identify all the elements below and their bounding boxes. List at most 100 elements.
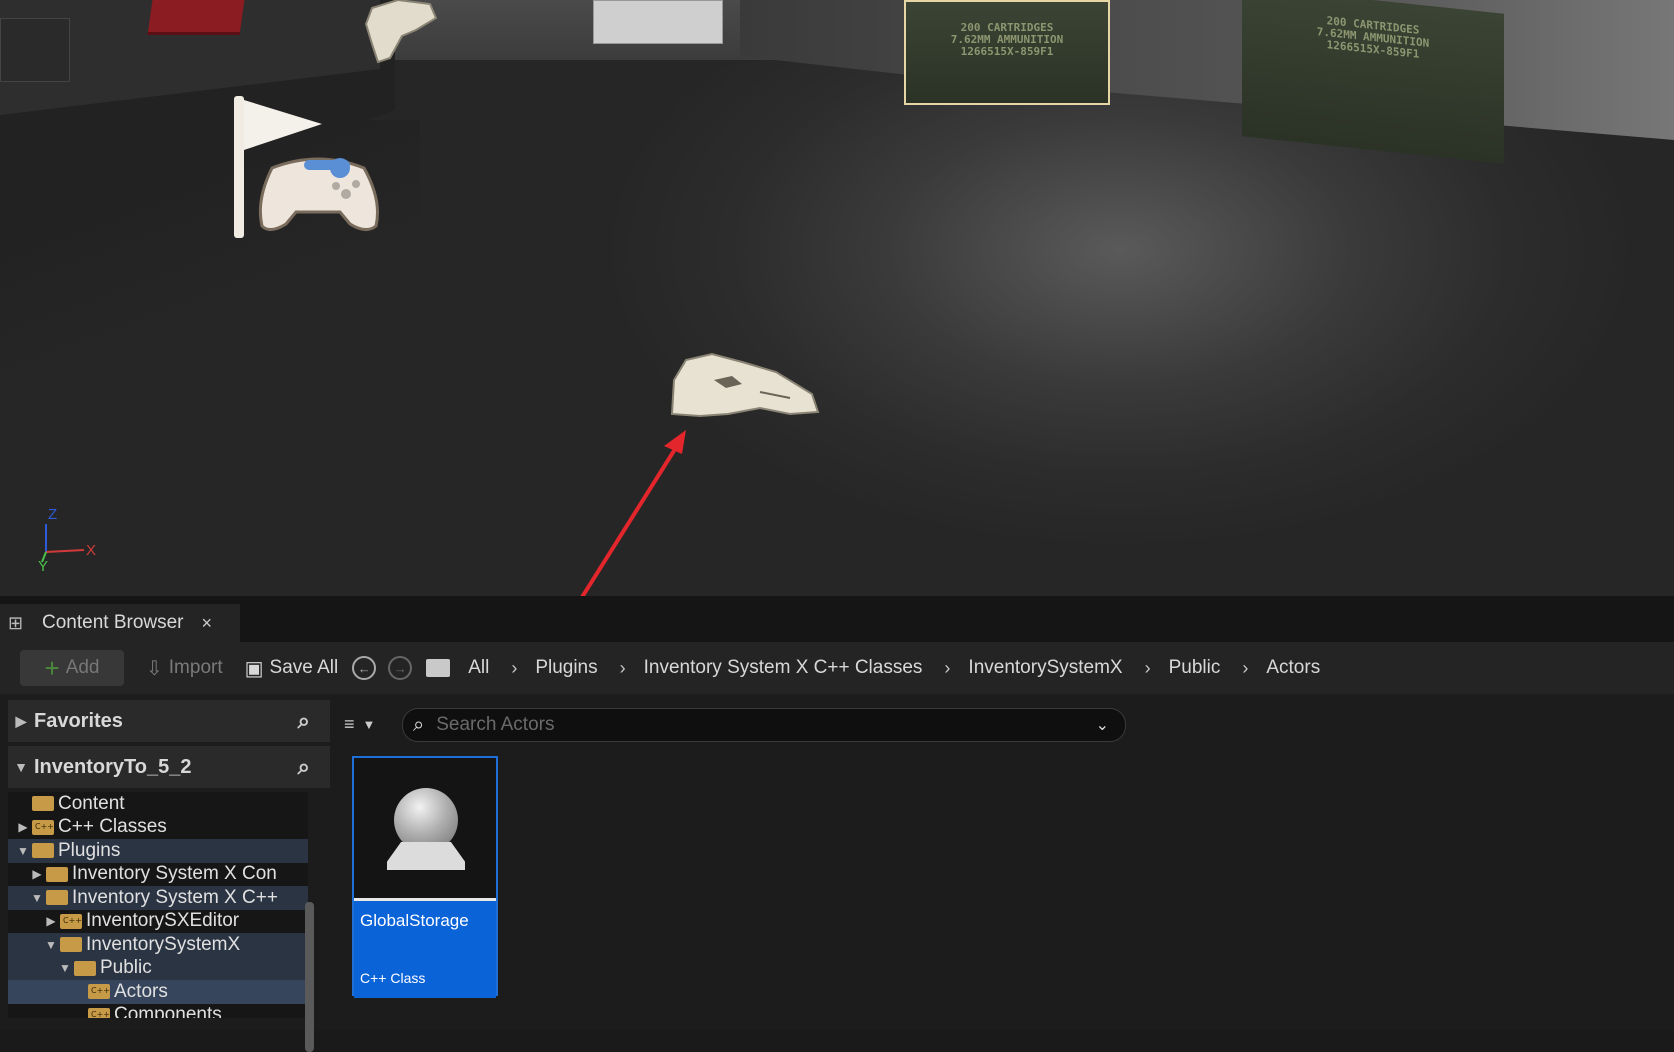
tree-item[interactable]: ▶ Inventory System X Con: [8, 863, 308, 887]
folder-icon: [60, 913, 82, 929]
tree-item-label: InventorySystemX: [86, 933, 241, 955]
sources-panel: ▶ Favorites ⌕ ▼ InventoryTo_5_2 ⌕ Conten…: [8, 700, 330, 1052]
folder-icon: [32, 819, 54, 835]
collapse-arrow-icon[interactable]: ▼: [8, 759, 34, 775]
tab-bar: ⊞ Content Browser ×: [0, 596, 1674, 642]
close-icon[interactable]: ×: [202, 613, 213, 634]
folder-icon: [88, 984, 110, 1000]
plus-icon: +: [44, 653, 60, 683]
back-arrow-icon[interactable]: ←: [352, 656, 377, 680]
collapse-arrow-icon[interactable]: ▼: [30, 891, 44, 905]
level-viewport[interactable]: 200 CARTRIDGES 7.62MM AMMUNITION 1266515…: [0, 0, 1674, 596]
save-all-label: Save All: [269, 657, 339, 678]
favorites-label: Favorites: [34, 709, 123, 732]
tree-item-label: Actors: [114, 980, 168, 1002]
folder-icon: [46, 890, 68, 906]
content-browser-toolbar: + Add ⇩ Import ▣ Save All ← → All › Plug…: [0, 642, 1674, 694]
player-start-icon[interactable]: [234, 96, 379, 238]
expand-arrow-icon[interactable]: ▶: [8, 713, 34, 730]
tree-item-label: C++ Classes: [58, 816, 167, 838]
project-label: InventoryTo_5_2: [34, 755, 192, 778]
asset-view: ≡ ▼ ⌕ ⌄ GlobalStorage C++ Class: [336, 700, 1674, 1030]
project-section[interactable]: ▼ InventoryTo_5_2 ⌕: [8, 746, 330, 788]
gizmo-z-label: Z: [48, 506, 58, 523]
content-browser-icon: ⊞: [8, 612, 24, 633]
chevron-right-icon[interactable]: ›: [1145, 658, 1151, 679]
breadcrumb-public[interactable]: Public: [1169, 657, 1221, 679]
tree-item[interactable]: ▼ InventorySystemX: [8, 933, 308, 957]
tree-item[interactable]: ▶ C++ Classes: [8, 816, 308, 840]
rock-mesh-top[interactable]: [364, 0, 438, 64]
breadcrumb-inventorysystemx[interactable]: InventorySystemX: [968, 657, 1122, 679]
gizmo-x-label: X: [86, 542, 97, 559]
tree-item[interactable]: ▼ Public: [8, 956, 308, 980]
tree-item-label: Public: [100, 957, 152, 979]
tree-item[interactable]: ▶ InventorySXEditor: [8, 910, 308, 934]
chevron-right-icon[interactable]: ›: [944, 658, 950, 679]
import-icon: ⇩: [146, 657, 163, 680]
breadcrumb-all[interactable]: All: [468, 657, 489, 679]
expand-arrow-icon[interactable]: ▶: [16, 820, 30, 834]
collapse-arrow-icon[interactable]: ▼: [58, 961, 72, 975]
asset-thumbnail: [354, 758, 496, 901]
folder-icon: [74, 960, 96, 976]
folder-icon[interactable]: [426, 659, 451, 677]
drag-arrow: [580, 430, 686, 596]
tree-item[interactable]: Components: [8, 1004, 308, 1018]
folder-icon: [32, 796, 54, 812]
folder-icon: [32, 843, 54, 859]
filter-icon: ≡: [344, 713, 355, 734]
tree-item-label: Content: [58, 792, 125, 814]
save-all-button[interactable]: ▣ Save All: [245, 656, 339, 681]
asset-name: GlobalStorage: [360, 911, 469, 930]
search-icon[interactable]: ⌕: [298, 754, 310, 780]
tab-title: Content Browser: [42, 612, 184, 633]
chevron-right-icon[interactable]: ›: [1242, 658, 1248, 679]
viewport-overlay: [234, 0, 820, 596]
tree-item-label: InventorySXEditor: [86, 910, 240, 932]
gizmo-y-label: Y: [38, 558, 49, 575]
actor-base-icon: [387, 842, 465, 870]
tree-item[interactable]: Content: [8, 792, 308, 816]
import-button[interactable]: ⇩ Import: [146, 656, 223, 681]
folder-icon: [88, 1007, 110, 1018]
rock-mesh-dropped[interactable]: [670, 352, 820, 418]
forward-arrow-icon[interactable]: →: [388, 656, 413, 680]
breadcrumb-inventory-cpp[interactable]: Inventory System X C++ Classes: [644, 657, 923, 679]
chevron-down-icon: ▼: [362, 716, 376, 732]
search-icon: ⌕: [413, 713, 425, 736]
import-label: Import: [168, 657, 223, 678]
chevron-down-icon[interactable]: ⌄: [1096, 715, 1109, 735]
add-button[interactable]: + Add: [20, 650, 124, 686]
axis-gizmo: Z X Y: [32, 506, 112, 580]
add-label: Add: [65, 657, 100, 678]
search-bar[interactable]: ⌕ ⌄: [402, 708, 1126, 742]
expand-arrow-icon[interactable]: ▶: [30, 867, 44, 881]
chevron-right-icon[interactable]: ›: [620, 658, 626, 679]
asset-type: C++ Class: [360, 970, 426, 986]
tree-item-label: Plugins: [58, 839, 121, 861]
tree-item[interactable]: ▼ Plugins: [8, 839, 308, 863]
save-icon: ▣: [244, 657, 264, 680]
chevron-right-icon[interactable]: ›: [511, 658, 517, 679]
breadcrumb-plugins[interactable]: Plugins: [535, 657, 597, 679]
collapse-arrow-icon[interactable]: ▼: [44, 938, 58, 952]
tree-item[interactable]: Actors: [8, 980, 308, 1004]
filter-button[interactable]: ≡ ▼: [344, 708, 396, 740]
search-input[interactable]: [434, 713, 1059, 737]
expand-arrow-icon[interactable]: ▶: [44, 914, 58, 928]
tree-item[interactable]: ▼ Inventory System X C++: [8, 886, 308, 910]
collapse-arrow-icon[interactable]: ▼: [16, 844, 30, 858]
folder-icon: [60, 937, 82, 953]
folder-tree[interactable]: Content ▶ C++ Classes ▼ Plugins ▶ Inventory Sy…: [8, 792, 308, 1018]
search-icon[interactable]: ⌕: [298, 708, 310, 734]
favorites-section[interactable]: ▶ Favorites ⌕: [8, 700, 330, 742]
asset-tile[interactable]: GlobalStorage C++ Class: [352, 756, 498, 998]
asset-info: GlobalStorage C++ Class: [354, 901, 496, 998]
folder-icon: [46, 866, 68, 882]
tree-item-label: Components: [114, 1004, 222, 1018]
tree-item-label: Inventory System X C++: [72, 886, 278, 908]
tab-content-browser[interactable]: ⊞ Content Browser ×: [0, 604, 240, 642]
tree-item-label: Inventory System X Con: [72, 863, 277, 885]
breadcrumb-actors[interactable]: Actors: [1266, 657, 1320, 679]
